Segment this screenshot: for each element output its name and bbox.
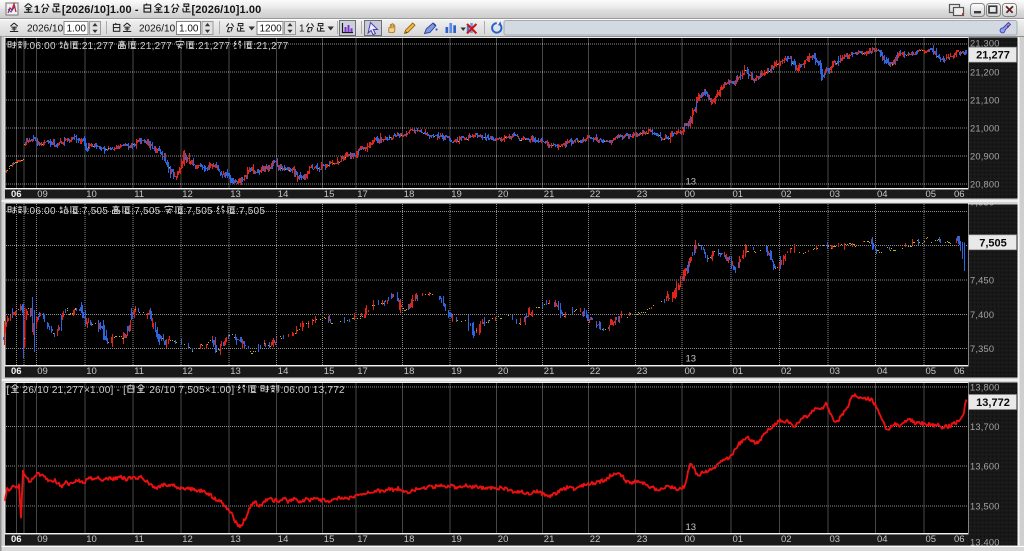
svg-text:21,200: 21,200	[970, 68, 1000, 78]
svg-text:1: 1	[299, 24, 305, 35]
svg-text:10: 10	[86, 366, 97, 377]
svg-text:00: 00	[685, 366, 696, 377]
svg-text:1200: 1200	[260, 24, 283, 35]
svg-text:04: 04	[877, 534, 888, 545]
svg-text:10: 10	[86, 534, 97, 545]
svg-text:7,505: 7,505	[979, 237, 1007, 249]
svg-text:23: 23	[637, 366, 648, 377]
svg-text:2026/10: 2026/10	[27, 24, 64, 35]
svg-text:11: 11	[134, 366, 144, 377]
svg-text:13: 13	[686, 354, 697, 365]
svg-text:21: 21	[544, 534, 555, 545]
svg-text:09: 09	[37, 366, 48, 377]
svg-text:13: 13	[230, 366, 241, 377]
svg-text:7,450: 7,450	[970, 276, 994, 286]
svg-text:13,800: 13,800	[970, 382, 1000, 392]
svg-text:13: 13	[686, 522, 697, 533]
svg-text:19: 19	[451, 534, 462, 545]
svg-text:2026/10: 2026/10	[139, 24, 176, 35]
svg-text:20: 20	[498, 366, 509, 377]
svg-text:02: 02	[781, 366, 792, 377]
svg-text:18: 18	[404, 534, 415, 545]
svg-text:02: 02	[781, 534, 792, 545]
svg-text:18: 18	[404, 366, 415, 377]
svg-text:17: 17	[357, 534, 368, 545]
svg-text:12: 12	[182, 534, 193, 545]
svg-text:13,700: 13,700	[970, 422, 1000, 432]
svg-text:1.00: 1.00	[67, 24, 87, 35]
svg-text:13: 13	[230, 534, 241, 545]
svg-text:05: 05	[926, 366, 937, 377]
svg-text:06: 06	[11, 534, 22, 545]
svg-text:00: 00	[685, 534, 696, 545]
svg-text:1.00: 1.00	[179, 24, 199, 35]
svg-text:21,000: 21,000	[970, 124, 1000, 134]
svg-text:13,500: 13,500	[970, 501, 1000, 511]
svg-text:19: 19	[451, 366, 462, 377]
svg-text:01: 01	[733, 534, 744, 545]
svg-text:13,772: 13,772	[976, 397, 1010, 409]
svg-text:15: 15	[324, 366, 335, 377]
svg-text:03: 03	[830, 534, 841, 545]
svg-text:11: 11	[134, 534, 144, 545]
svg-text:21,100: 21,100	[970, 96, 1000, 106]
svg-text:21: 21	[544, 366, 555, 377]
svg-text:20: 20	[498, 534, 509, 545]
svg-text:13: 13	[686, 176, 697, 187]
svg-text:23: 23	[637, 534, 648, 545]
svg-text:7,400: 7,400	[970, 310, 994, 320]
svg-text:22: 22	[590, 366, 601, 377]
svg-text:04: 04	[877, 366, 888, 377]
svg-text:20,800: 20,800	[970, 180, 1000, 190]
svg-text:06: 06	[954, 534, 965, 545]
svg-text:15: 15	[324, 534, 335, 545]
svg-text:09: 09	[37, 534, 48, 545]
svg-text:17: 17	[357, 366, 368, 377]
svg-text:21,277: 21,277	[976, 50, 1010, 62]
svg-text:03: 03	[830, 366, 841, 377]
svg-text:06: 06	[954, 366, 965, 377]
svg-text:13,600: 13,600	[970, 462, 1000, 472]
svg-text:20,900: 20,900	[970, 152, 1000, 162]
svg-text:22: 22	[590, 534, 601, 545]
svg-text:12: 12	[182, 366, 193, 377]
svg-text:05: 05	[926, 534, 937, 545]
svg-text:7,350: 7,350	[970, 344, 994, 354]
svg-text:14: 14	[278, 534, 289, 545]
svg-text:06: 06	[11, 366, 22, 377]
svg-text:14: 14	[278, 366, 289, 377]
svg-text:01: 01	[733, 366, 744, 377]
